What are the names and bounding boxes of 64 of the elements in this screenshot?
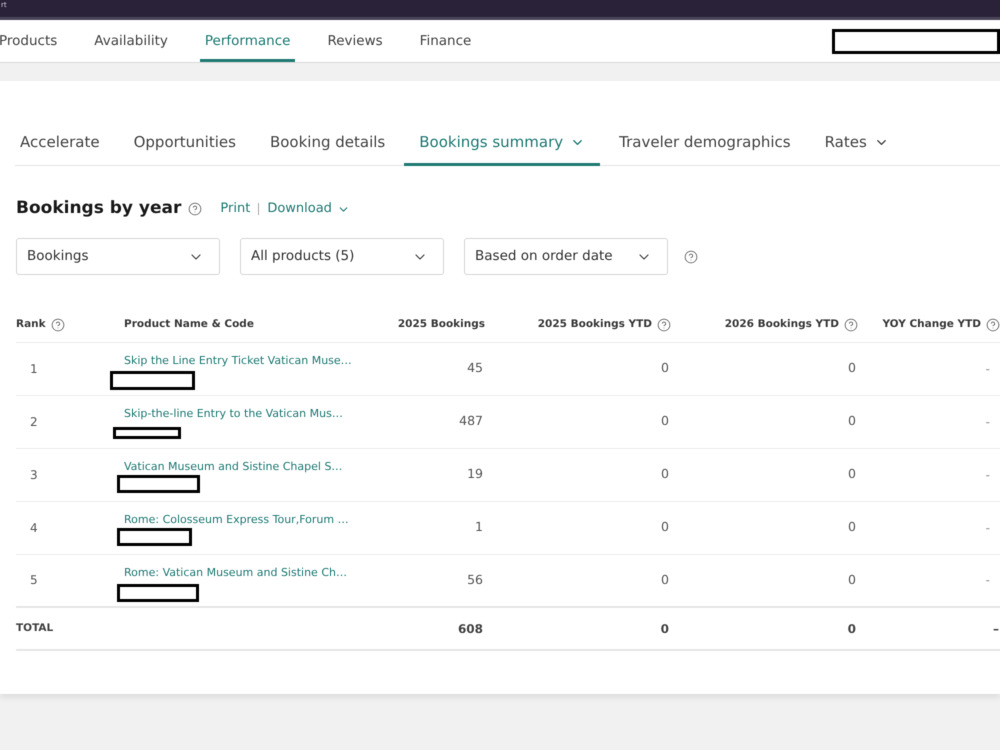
table-cell: 1 bbox=[389, 501, 485, 554]
dropdown[interactable]: Based on order date bbox=[464, 238, 668, 275]
table-cell: 0 bbox=[671, 554, 858, 607]
nav-tab[interactable]: Products bbox=[0, 20, 62, 62]
table-cell: 0 bbox=[485, 607, 671, 650]
table-cell: - bbox=[858, 554, 1000, 607]
table-cell: 0 bbox=[671, 448, 858, 501]
table-cell: 5 bbox=[16, 554, 124, 607]
product-link[interactable]: Vatican Museum and Sistine Chapel S… bbox=[124, 460, 389, 472]
sub-tab[interactable]: Opportunities bbox=[118, 122, 251, 166]
help-icon[interactable] bbox=[657, 318, 671, 332]
action-link[interactable]: Print bbox=[220, 199, 250, 219]
table-cell: 0 bbox=[671, 501, 858, 554]
column-header: 2026 Bookings YTD bbox=[724, 316, 839, 332]
table-cell: 0 bbox=[485, 501, 671, 554]
help-icon[interactable] bbox=[684, 250, 698, 264]
product-link[interactable]: Rome: Colosseum Express Tour,Forum … bbox=[124, 512, 389, 526]
sub-tab[interactable]: Bookings summary bbox=[404, 122, 600, 166]
table-cell: 45 bbox=[389, 342, 485, 395]
table-cell: 0 bbox=[485, 342, 671, 395]
table-cell: 2 bbox=[16, 395, 124, 448]
sub-tab[interactable]: Rates bbox=[810, 122, 904, 166]
table-cell: - bbox=[858, 448, 1000, 501]
table-cell: 4 bbox=[16, 501, 124, 554]
product-link[interactable]: Skip the Line Entry Ticket Vatican Muse… bbox=[124, 354, 389, 366]
table-cell: – bbox=[858, 607, 1000, 650]
table-cell: 0 bbox=[485, 448, 671, 501]
product-link[interactable]: Rome: Vatican Museum and Sistine Ch… bbox=[124, 566, 389, 578]
table-cell: 19 bbox=[389, 448, 485, 501]
action-link[interactable]: Download bbox=[267, 199, 350, 219]
dropdown[interactable]: All products (5) bbox=[240, 238, 444, 275]
table-cell: 0 bbox=[671, 607, 858, 650]
column-header: YOY Change YTD bbox=[882, 316, 981, 332]
table-cell: - bbox=[858, 501, 1000, 554]
table-cell: 0 bbox=[671, 342, 858, 395]
report-title: Bookings by year bbox=[16, 197, 182, 220]
column-header: Product Name & Code bbox=[124, 316, 254, 332]
help-icon[interactable] bbox=[986, 318, 1000, 332]
sub-tab[interactable]: Booking details bbox=[254, 122, 400, 166]
table-cell: 487 bbox=[389, 395, 485, 448]
sub-tab[interactable]: Accelerate bbox=[5, 122, 115, 166]
column-header: 2025 Bookings YTD bbox=[538, 316, 652, 332]
product-link[interactable]: Skip-the-line Entry to the Vatican Mus… bbox=[124, 406, 389, 420]
table-cell: 0 bbox=[485, 395, 671, 448]
sub-tab[interactable]: Traveler demographics bbox=[604, 122, 806, 166]
nav-tab[interactable]: Finance bbox=[414, 20, 476, 62]
table-cell: 3 bbox=[16, 448, 124, 501]
table-cell: 0 bbox=[485, 554, 671, 607]
table-cell: - bbox=[858, 342, 1000, 395]
total-label: TOTAL bbox=[16, 607, 124, 650]
dropdown[interactable]: Bookings bbox=[16, 238, 220, 275]
help-icon[interactable] bbox=[188, 202, 202, 216]
table-cell: 0 bbox=[671, 395, 858, 448]
table-cell: 1 bbox=[16, 342, 124, 395]
nav-tab[interactable]: Performance bbox=[200, 20, 296, 62]
table-cell: 608 bbox=[389, 607, 485, 650]
nav-tab[interactable]: Availability bbox=[89, 20, 173, 62]
table-cell: - bbox=[858, 395, 1000, 448]
column-header: Rank bbox=[16, 316, 46, 332]
column-header: 2025 Bookings bbox=[398, 316, 485, 332]
table-cell: 56 bbox=[389, 554, 485, 607]
help-icon[interactable] bbox=[844, 318, 858, 332]
nav-tab[interactable]: Reviews bbox=[322, 20, 388, 62]
help-icon[interactable] bbox=[50, 318, 65, 332]
